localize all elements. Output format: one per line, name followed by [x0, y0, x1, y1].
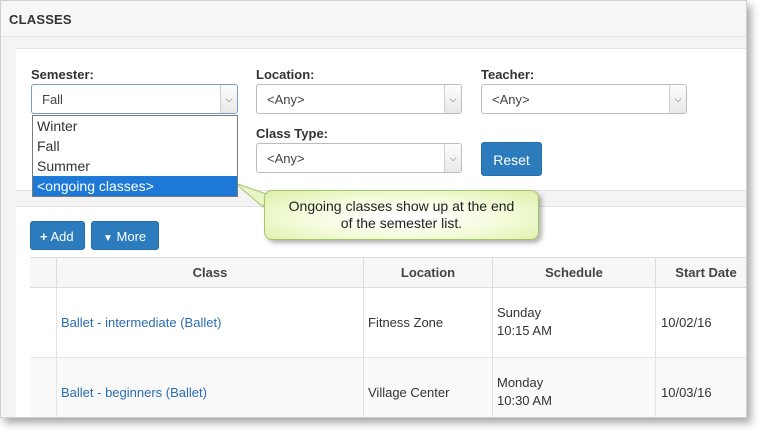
plus-icon: +	[40, 229, 48, 244]
more-button[interactable]: ▼ More	[91, 221, 159, 250]
table-row[interactable]: Ballet - beginners (Ballet) Village Cent…	[30, 358, 746, 417]
semester-option-summer[interactable]: Summer	[33, 156, 237, 176]
chevron-down-icon: ▼	[103, 233, 113, 244]
table-header: Class Location Schedule Start Date	[30, 257, 746, 288]
select-column-header	[30, 258, 56, 288]
class-type-select-value: <Any>	[267, 151, 305, 166]
column-header-start-date[interactable]: Start Date	[655, 258, 746, 288]
cell-divider	[492, 358, 493, 417]
cell-divider	[56, 288, 57, 358]
location-cell: Village Center	[368, 385, 450, 400]
cell-divider	[655, 288, 656, 358]
start-date-cell: 10/02/16	[661, 315, 712, 330]
location-label: Location:	[256, 67, 315, 82]
cell-divider	[363, 288, 364, 358]
chevron-down-icon[interactable]: ⌵	[220, 85, 237, 113]
teacher-label: Teacher:	[481, 67, 535, 82]
cell-divider	[492, 288, 493, 358]
semester-option-winter[interactable]: Winter	[33, 116, 237, 136]
cell-divider	[655, 358, 656, 417]
chevron-down-icon[interactable]: ⌵	[444, 85, 461, 113]
teacher-select-value: <Any>	[492, 92, 530, 107]
column-header-schedule[interactable]: Schedule	[492, 258, 655, 288]
class-type-select[interactable]: <Any> ⌵	[256, 143, 462, 173]
column-header-location[interactable]: Location	[363, 258, 492, 288]
schedule-time-cell: 10:30 AM	[497, 393, 552, 408]
callout-line-1: Ongoing classes show up at the end	[288, 198, 515, 214]
location-cell: Fitness Zone	[368, 315, 444, 330]
start-date-cell: 10/03/16	[661, 385, 712, 400]
cell-divider	[363, 358, 364, 417]
reset-button[interactable]: Reset	[481, 142, 542, 176]
semester-select-value: Fall	[42, 92, 63, 107]
chevron-down-icon[interactable]: ⌵	[669, 85, 686, 113]
filter-panel: Semester: Fall ⌵ Winter Fall Summer <ong…	[16, 48, 746, 197]
callout-line-2: of the semester list.	[340, 215, 463, 231]
location-select[interactable]: <Any> ⌵	[256, 84, 462, 114]
classes-window: CLASSES Semester: Fall ⌵ Winter Fall Sum…	[0, 0, 747, 418]
schedule-day-cell: Sunday	[497, 305, 542, 320]
semester-select[interactable]: Fall ⌵	[31, 84, 238, 114]
page-title: CLASSES	[1, 1, 746, 37]
add-button[interactable]: + Add	[30, 221, 85, 250]
semester-option-fall[interactable]: Fall	[33, 136, 237, 156]
class-link[interactable]: Ballet - beginners (Ballet)	[61, 385, 207, 400]
chevron-down-icon[interactable]: ⌵	[444, 144, 461, 172]
column-header-class[interactable]: Class	[56, 258, 363, 288]
cell-divider	[56, 358, 57, 417]
schedule-day-cell: Monday	[497, 375, 544, 390]
class-type-label: Class Type:	[256, 126, 329, 141]
semester-option-ongoing[interactable]: <ongoing classes>	[33, 176, 237, 196]
tooltip-callout: Ongoing classes show up at the end of th…	[264, 190, 539, 240]
schedule-time-cell: 10:15 AM	[497, 323, 552, 338]
class-link[interactable]: Ballet - intermediate (Ballet)	[61, 315, 221, 330]
table-row[interactable]: Ballet - intermediate (Ballet) Fitness Z…	[30, 288, 746, 358]
location-select-value: <Any>	[267, 92, 305, 107]
teacher-select[interactable]: <Any> ⌵	[481, 84, 687, 114]
more-button-label: More	[116, 229, 147, 244]
add-button-label: Add	[50, 229, 74, 244]
semester-label: Semester:	[31, 67, 94, 82]
semester-dropdown-list: Winter Fall Summer <ongoing classes>	[32, 115, 238, 197]
